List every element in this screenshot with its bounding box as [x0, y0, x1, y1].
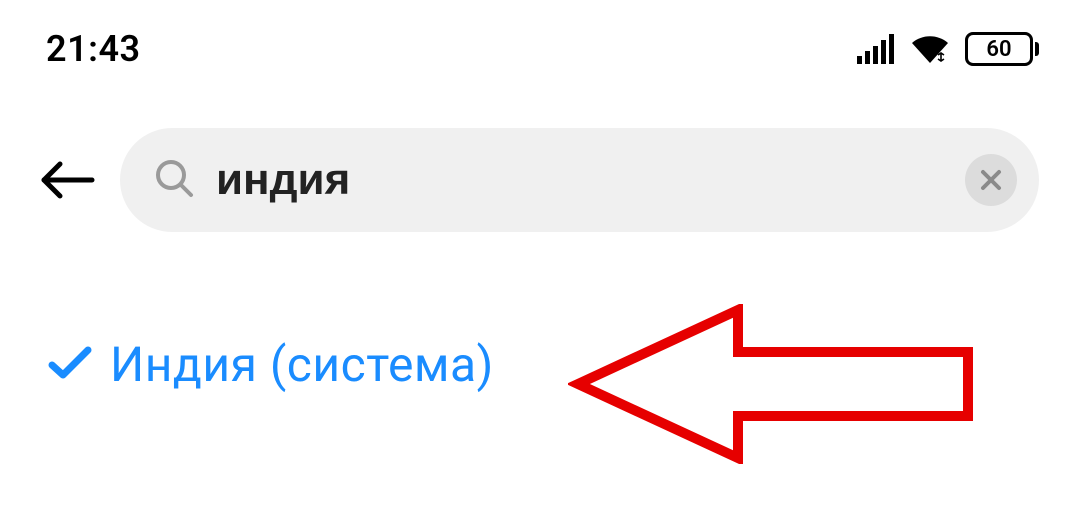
back-button[interactable] — [40, 160, 96, 200]
battery-level: 60 — [986, 37, 1011, 62]
status-icons: 60 — [857, 32, 1039, 66]
result-suffix: (система) — [270, 336, 494, 393]
search-input[interactable] — [216, 155, 943, 205]
clear-search-button[interactable] — [965, 154, 1017, 206]
battery-icon: 60 — [965, 32, 1039, 66]
checkmark-icon — [48, 345, 92, 385]
result-name: Индия — [110, 336, 257, 393]
clock: 21:43 — [46, 28, 141, 70]
close-icon — [979, 168, 1003, 192]
search-box[interactable] — [120, 128, 1039, 232]
cellular-signal-icon — [857, 34, 895, 64]
result-text: Индия (система) — [110, 336, 494, 393]
search-result-row[interactable]: Индия (система) — [0, 232, 1079, 393]
status-bar: 21:43 60 — [0, 0, 1079, 70]
search-bar-row — [0, 70, 1079, 232]
search-icon — [154, 158, 194, 202]
wifi-icon — [909, 33, 951, 65]
